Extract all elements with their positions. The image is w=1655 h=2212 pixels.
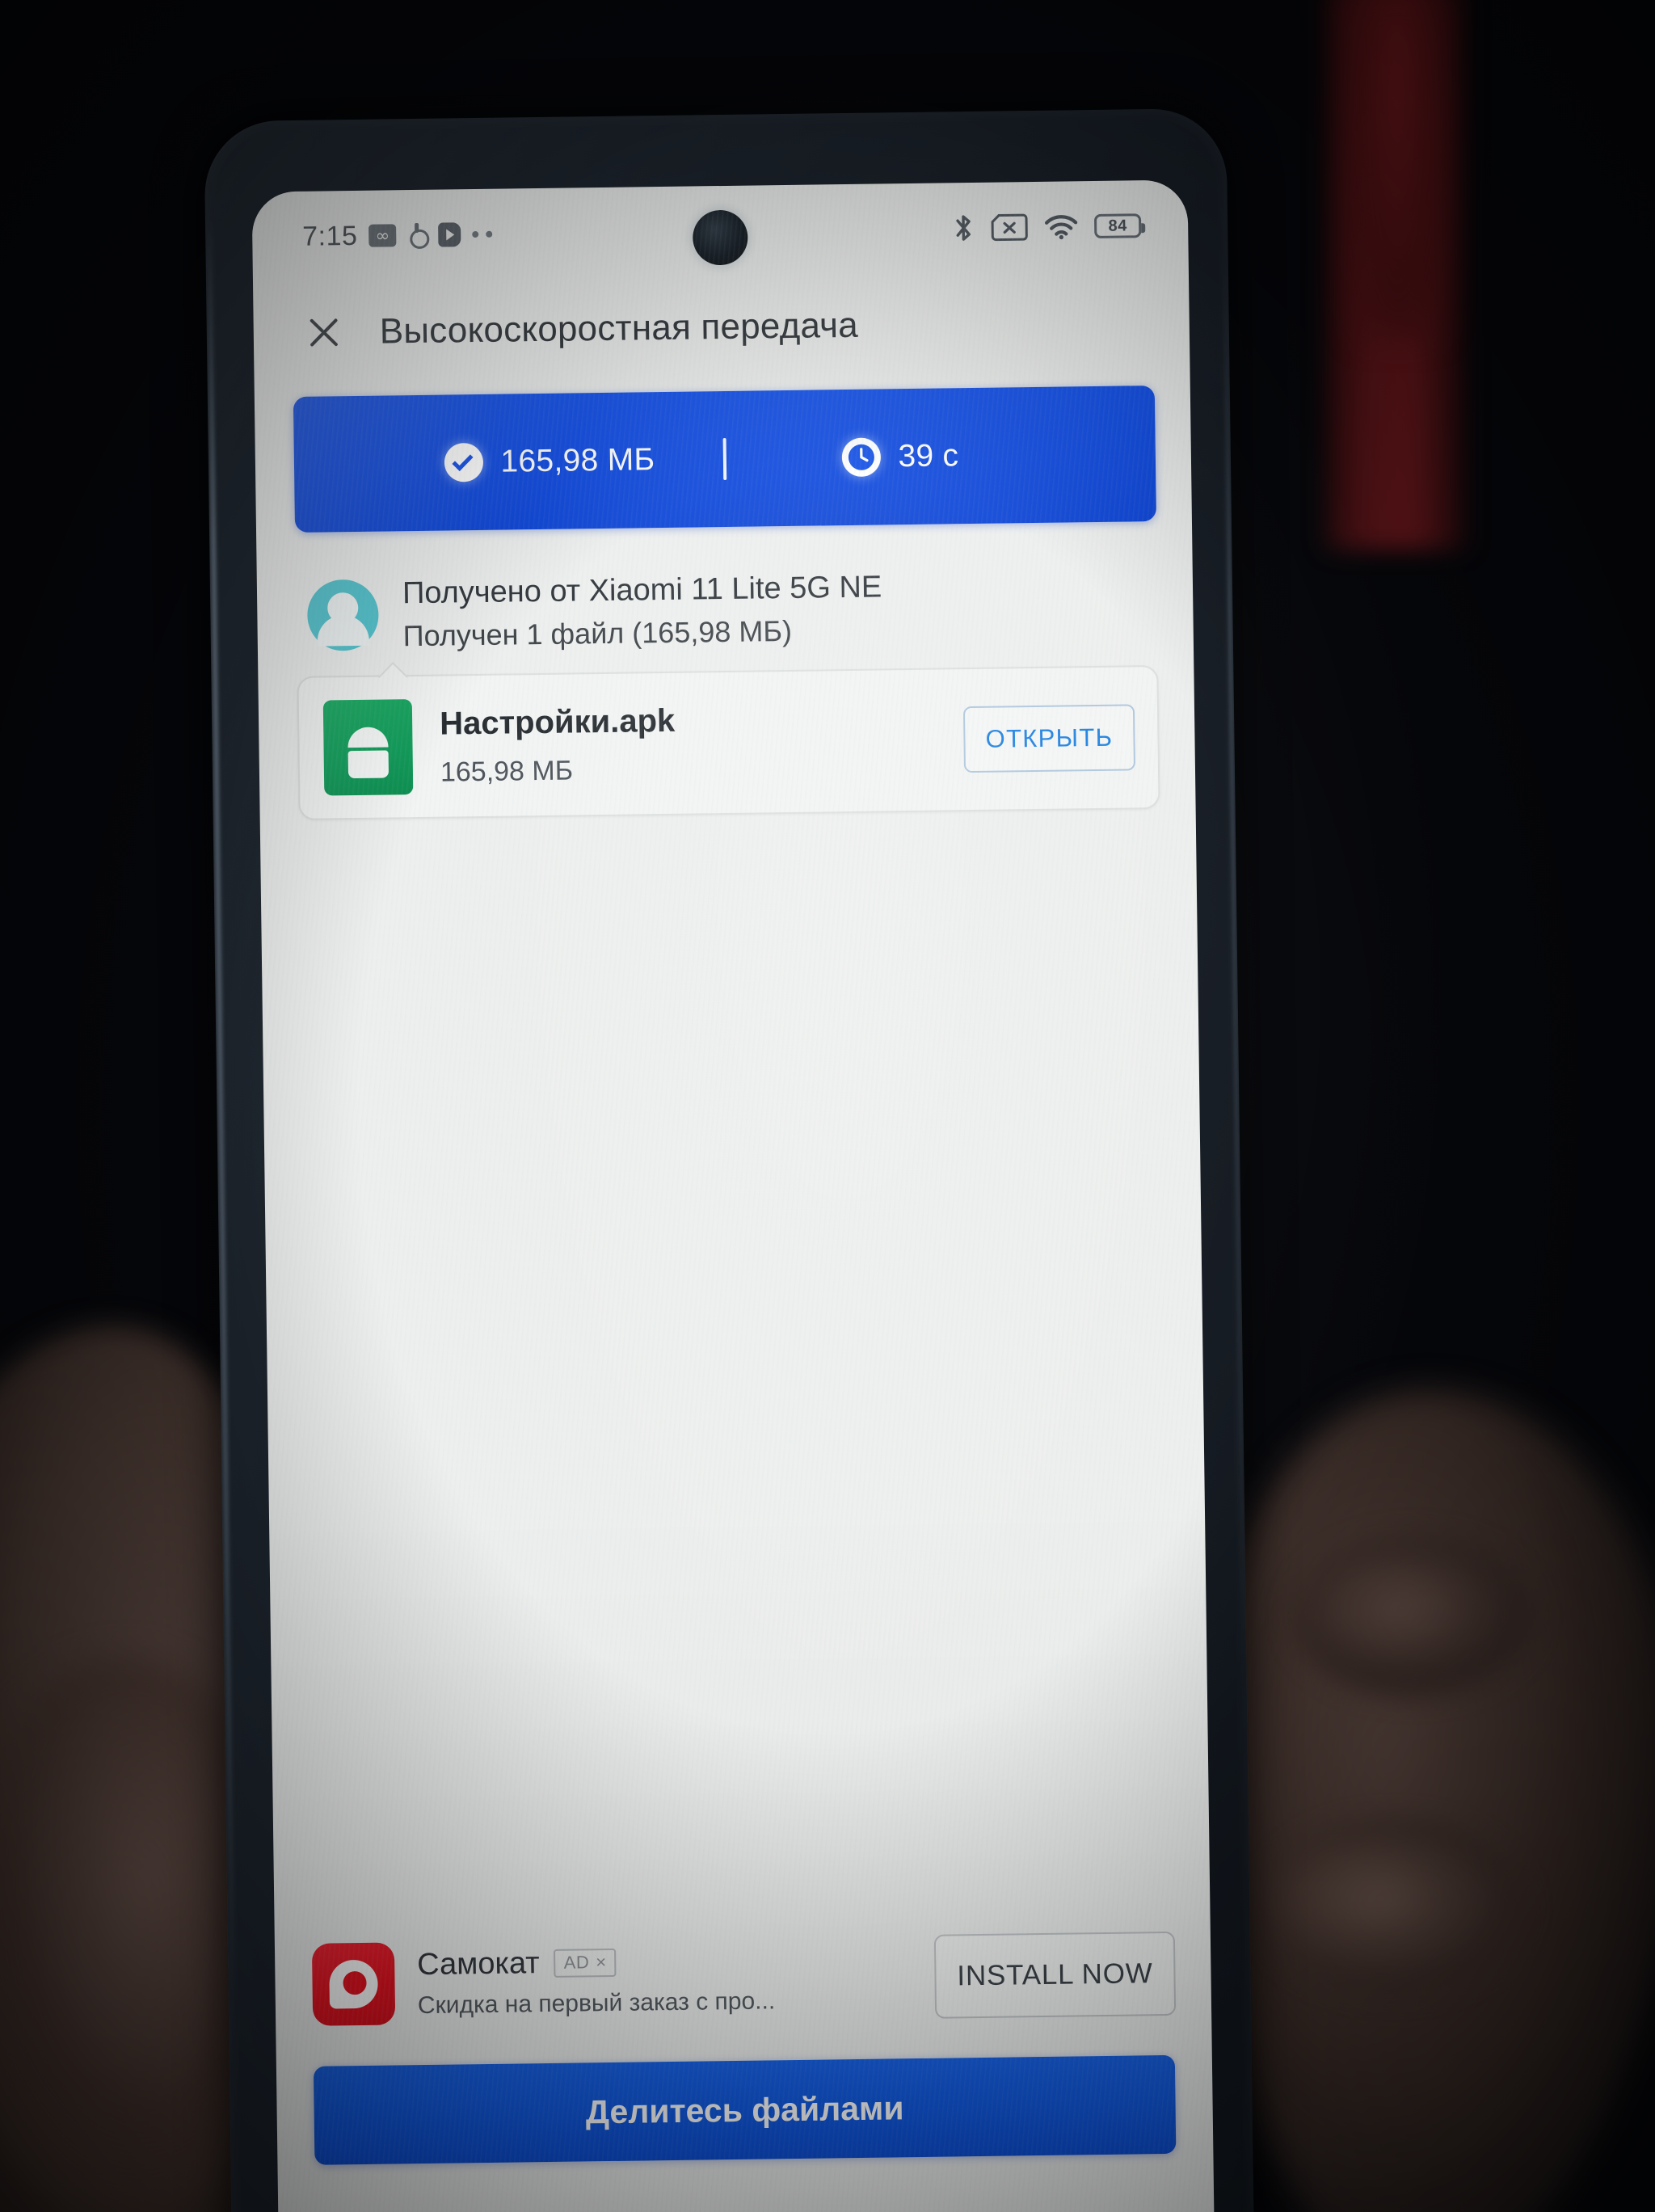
ad-subtitle: Скидка на первый заказ с про...: [417, 1987, 776, 2019]
ad-banner[interactable]: Самокат AD × Скидка на первый заказ с пр…: [275, 1912, 1212, 2046]
apk-file-icon: [322, 698, 414, 796]
stats-divider: [722, 437, 727, 481]
media-play-icon: [438, 222, 461, 247]
share-files-button[interactable]: Делитесь файлами: [313, 2054, 1177, 2165]
status-clock: 7:15: [302, 220, 358, 252]
transferred-size-label: 165,98 МБ: [500, 442, 655, 479]
battery-level-label: 84: [1108, 216, 1127, 235]
sender-subtitle: Получен 1 файл (165,98 МБ): [402, 614, 793, 653]
file-size: 165,98 МБ: [440, 755, 574, 788]
water-drop-icon: [407, 223, 427, 247]
open-file-button[interactable]: ОТКРЫТЬ: [962, 704, 1135, 773]
status-bar-left: 7:15 ∞: [302, 218, 493, 252]
vpn-icon: ∞: [368, 224, 397, 247]
clock-icon: [841, 437, 881, 478]
no-sim-icon: [991, 213, 1028, 242]
transfer-stats-banner: 165,98 МБ 39 с: [293, 386, 1156, 533]
ad-title: Самокат: [416, 1945, 540, 1982]
ad-close-icon[interactable]: ×: [596, 1952, 607, 1972]
system-navigation-bar: [278, 2182, 1215, 2212]
sender-title: Получено от Xiaomi 11 Lite 5G NE: [402, 570, 882, 611]
phone-device: 7:15 ∞ 84 Высокоскоростная передача 165,…: [204, 107, 1255, 2212]
battery-icon: 84: [1093, 213, 1142, 238]
phone-screen: 7:15 ∞ 84 Высокоскоростная передача 165,…: [251, 179, 1215, 2212]
app-bar: Высокоскоростная передача: [253, 270, 1190, 379]
page-title: Высокоскоростная передача: [379, 305, 859, 352]
close-icon[interactable]: [301, 310, 346, 355]
samokat-app-icon: [311, 1942, 396, 2026]
photo-scene: 7:15 ∞ 84 Высокоскоростная передача 165,…: [0, 0, 1655, 2212]
received-file-card[interactable]: Настройки.apk 165,98 МБ ОТКРЫТЬ: [297, 661, 1160, 820]
sender-info-row: Получено от Xiaomi 11 Lite 5G NE Получен…: [256, 520, 1194, 672]
hand-right: [1196, 1390, 1655, 2212]
file-name: Настройки.apk: [439, 702, 676, 742]
status-bar-right: 84: [952, 211, 1142, 242]
wifi-icon: [1044, 213, 1078, 240]
ad-badge-label: AD: [563, 1951, 590, 1973]
ad-badge[interactable]: AD ×: [554, 1948, 617, 1978]
background-wall-red-glow: [1350, 0, 1447, 339]
elapsed-time-label: 39 с: [898, 438, 959, 474]
check-circle-icon: [444, 442, 483, 482]
bluetooth-icon: [952, 213, 975, 242]
empty-content-area: [260, 808, 1211, 1924]
finger-upper-right: [1293, 1536, 1535, 1697]
finger-lower-right: [1261, 1818, 1527, 1996]
avatar: [306, 579, 379, 651]
stat-transferred-size: 165,98 МБ: [376, 440, 724, 483]
install-now-button[interactable]: INSTALL NOW: [933, 1931, 1177, 2019]
more-dots-icon: [472, 230, 493, 238]
bezel-highlight-right: [1223, 269, 1246, 1644]
stat-elapsed-time: 39 с: [726, 435, 1075, 478]
